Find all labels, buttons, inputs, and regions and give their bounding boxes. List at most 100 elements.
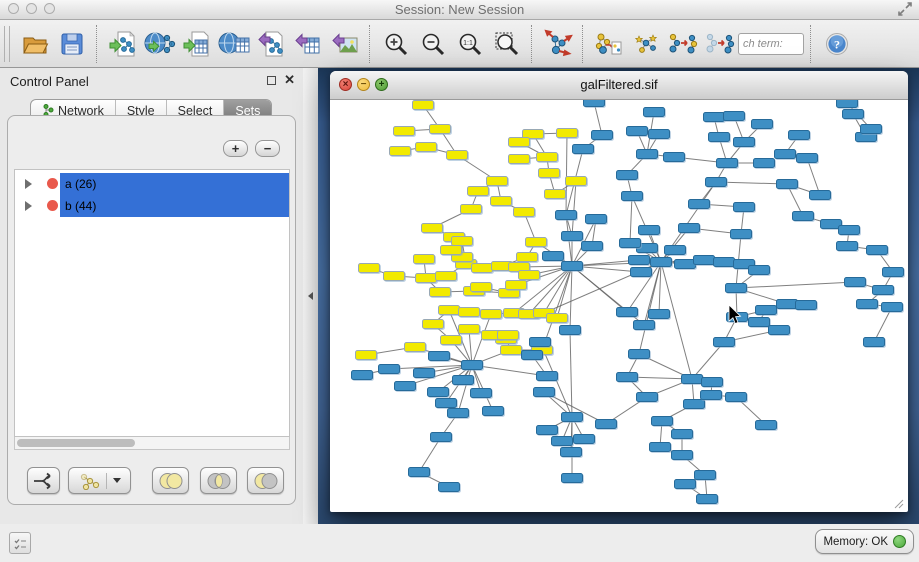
graph-node[interactable]: [777, 180, 798, 189]
close-panel-icon[interactable]: ✕: [284, 73, 295, 87]
import-table-url-button[interactable]: [215, 24, 252, 64]
graph-node[interactable]: [684, 400, 705, 409]
graph-node[interactable]: [749, 318, 770, 327]
graph-node[interactable]: [409, 468, 430, 477]
graph-node[interactable]: [650, 443, 671, 452]
split-set-button[interactable]: [27, 467, 60, 494]
graph-node[interactable]: [873, 286, 894, 295]
graph-node[interactable]: [793, 212, 814, 221]
graph-node[interactable]: [395, 382, 416, 391]
graph-node-selected[interactable]: [416, 143, 437, 152]
graph-node[interactable]: [592, 131, 613, 140]
graph-node-selected[interactable]: [414, 255, 435, 264]
graph-node[interactable]: [537, 372, 558, 381]
graph-node[interactable]: [704, 113, 725, 122]
toolbar-drag-handle[interactable]: [4, 26, 10, 62]
graph-node-selected[interactable]: [509, 155, 530, 164]
graph-node[interactable]: [431, 433, 452, 442]
open-session-button[interactable]: [16, 24, 53, 64]
difference-button[interactable]: [247, 467, 284, 494]
graph-node[interactable]: [843, 110, 864, 119]
graph-node[interactable]: [797, 154, 818, 163]
graph-node[interactable]: [882, 303, 903, 312]
graph-node-selected[interactable]: [509, 138, 530, 147]
expander-icon[interactable]: [25, 179, 32, 189]
graph-node-selected[interactable]: [566, 177, 587, 186]
graph-node-selected[interactable]: [487, 177, 508, 186]
graph-node[interactable]: [639, 226, 660, 235]
graph-node-selected[interactable]: [519, 271, 540, 280]
graph-node[interactable]: [689, 200, 710, 209]
task-history-button[interactable]: [9, 532, 31, 554]
graph-node[interactable]: [675, 480, 696, 489]
search-input[interactable]: [738, 33, 804, 55]
graph-node[interactable]: [453, 376, 474, 385]
fullscreen-icon[interactable]: [898, 2, 912, 16]
apply-layout-button[interactable]: [539, 24, 576, 64]
graph-node-selected[interactable]: [459, 308, 480, 317]
graph-node[interactable]: [756, 421, 777, 430]
graph-node-selected[interactable]: [447, 151, 468, 160]
graph-node[interactable]: [462, 361, 483, 370]
graph-node-selected[interactable]: [452, 237, 473, 246]
graph-node-selected[interactable]: [506, 281, 527, 290]
graph-node[interactable]: [734, 203, 755, 212]
graph-node-selected[interactable]: [413, 101, 434, 110]
new-network-from-selection-button[interactable]: [664, 24, 701, 64]
graph-node[interactable]: [560, 326, 581, 335]
import-network-file-button[interactable]: [104, 24, 141, 64]
graph-node[interactable]: [796, 301, 817, 310]
graph-node[interactable]: [749, 266, 770, 275]
remove-set-button[interactable]: −: [255, 140, 280, 157]
graph-node[interactable]: [622, 192, 643, 201]
graph-node[interactable]: [857, 300, 878, 309]
graph-edge[interactable]: [458, 365, 472, 413]
resize-grip-icon[interactable]: [899, 504, 903, 508]
network-canvas[interactable]: [331, 100, 907, 511]
graph-node-selected[interactable]: [356, 351, 377, 360]
graph-node[interactable]: [672, 430, 693, 439]
graph-node[interactable]: [436, 399, 457, 408]
graph-node[interactable]: [428, 388, 449, 397]
graph-node[interactable]: [769, 326, 790, 335]
graph-edge[interactable]: [736, 282, 855, 288]
graph-node[interactable]: [543, 252, 564, 261]
graph-node[interactable]: [584, 100, 605, 107]
graph-node[interactable]: [789, 131, 810, 140]
graph-node-selected[interactable]: [436, 272, 457, 281]
scrollbar-thumb[interactable]: [17, 439, 135, 447]
graph-node-selected[interactable]: [537, 153, 558, 162]
graph-edge[interactable]: [807, 158, 820, 195]
import-table-file-button[interactable]: [178, 24, 215, 64]
graph-node[interactable]: [573, 145, 594, 154]
graph-node[interactable]: [861, 125, 882, 134]
graph-node[interactable]: [734, 138, 755, 147]
graph-node[interactable]: [552, 437, 573, 446]
graph-node[interactable]: [731, 230, 752, 239]
graph-node[interactable]: [775, 150, 796, 159]
graph-edge[interactable]: [661, 262, 692, 379]
graph-node[interactable]: [672, 451, 693, 460]
graph-node-selected[interactable]: [539, 169, 560, 178]
set-row-b[interactable]: b (44): [15, 195, 289, 217]
graph-node[interactable]: [714, 338, 735, 347]
graph-node[interactable]: [717, 159, 738, 168]
graph-node[interactable]: [724, 112, 745, 121]
graph-node[interactable]: [596, 420, 617, 429]
graph-node[interactable]: [726, 284, 747, 293]
expander-icon[interactable]: [25, 201, 32, 211]
graph-edge[interactable]: [570, 330, 572, 417]
graph-node[interactable]: [845, 278, 866, 287]
graph-node[interactable]: [534, 388, 555, 397]
panel-divider[interactable]: [303, 68, 318, 524]
graph-node-selected[interactable]: [481, 310, 502, 319]
collapse-panel-icon[interactable]: [308, 292, 313, 300]
graph-node[interactable]: [679, 224, 700, 233]
graph-node-selected[interactable]: [472, 264, 493, 273]
graph-node[interactable]: [637, 393, 658, 402]
graph-node[interactable]: [631, 268, 652, 277]
graph-node[interactable]: [694, 256, 715, 265]
graph-node[interactable]: [649, 130, 670, 139]
graph-node[interactable]: [537, 426, 558, 435]
graph-node[interactable]: [883, 268, 904, 277]
